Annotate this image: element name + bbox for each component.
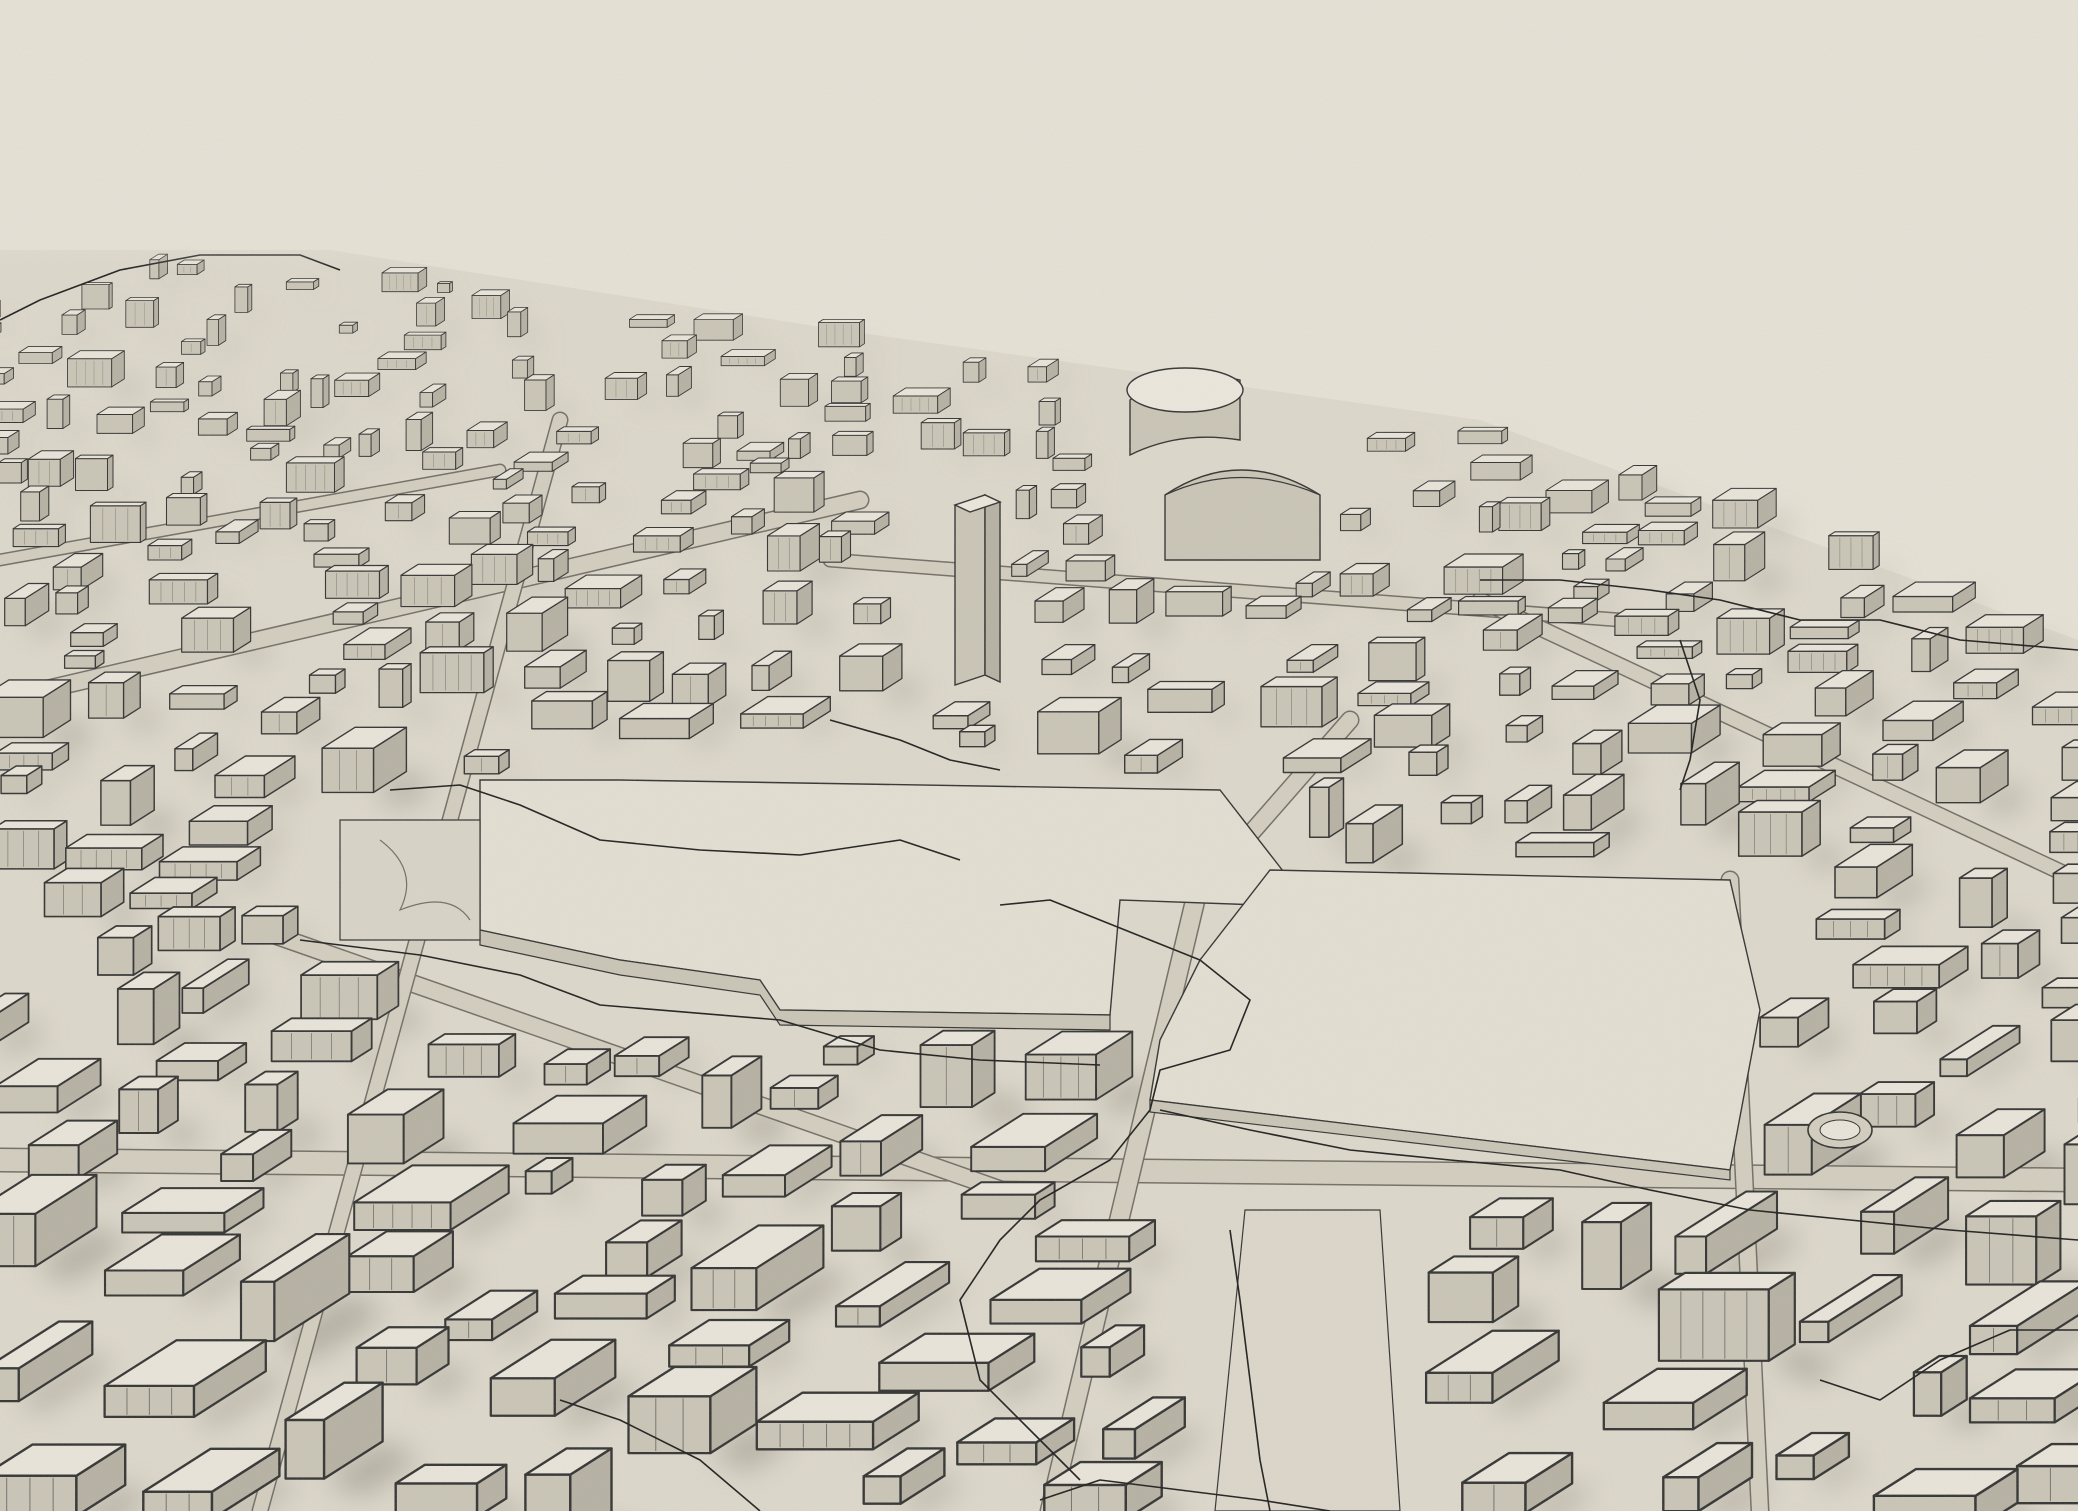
paper-texture [0, 0, 2078, 1511]
city-3d-map[interactable] [0, 0, 2078, 1511]
map-viewport[interactable] [0, 0, 2078, 1511]
